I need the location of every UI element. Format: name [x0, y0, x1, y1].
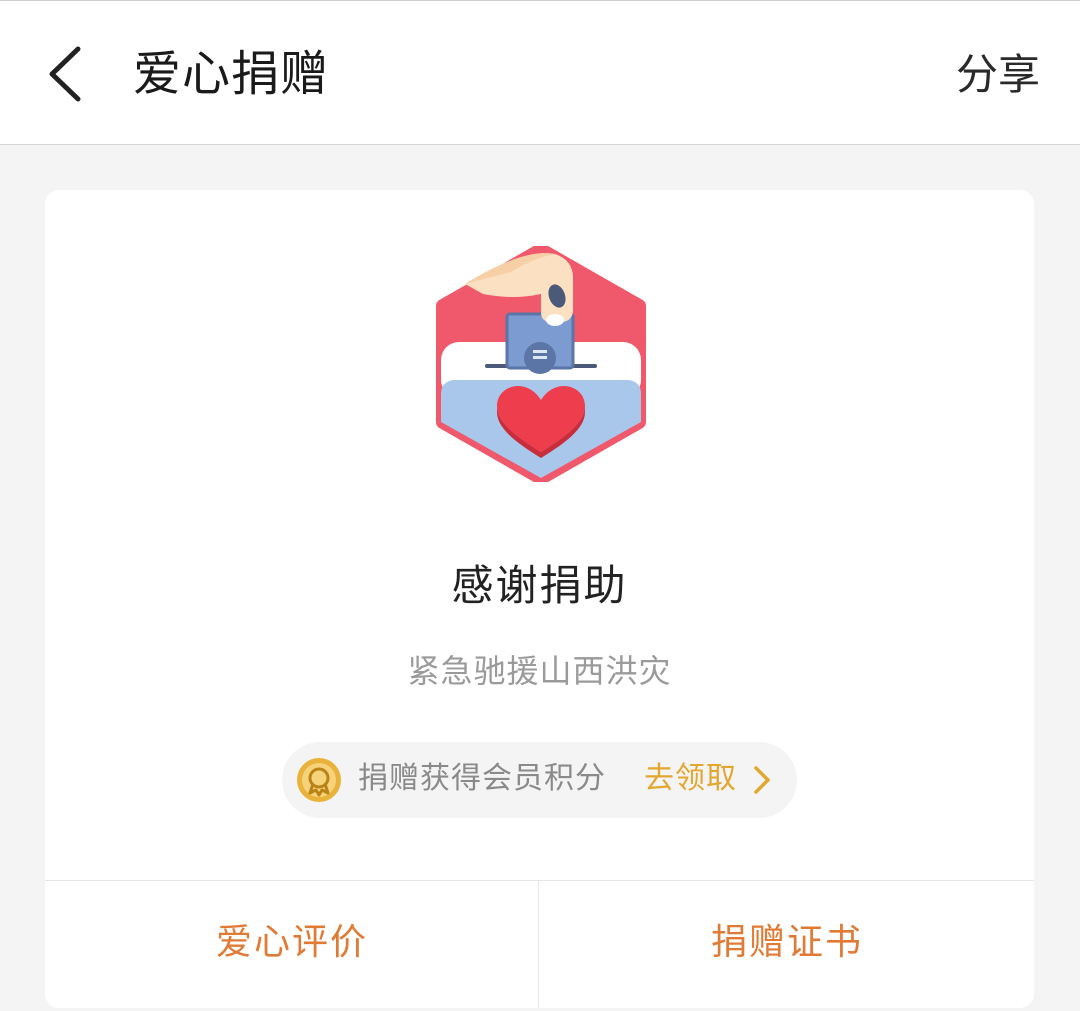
divider: [538, 881, 539, 1008]
medal-icon: [297, 758, 341, 802]
donation-card: 感谢捐助 紧急驰援山西洪灾 捐赠获得会员积分 去领取 爱心评价 捐赠证书: [45, 190, 1034, 1008]
app-header: 爱心捐赠 分享: [0, 0, 1080, 145]
campaign-subtitle: 紧急驰援山西洪灾: [407, 652, 672, 690]
chevron-right-icon: [754, 766, 770, 794]
donation-certificate-button[interactable]: 捐赠证书: [540, 881, 1034, 1008]
points-text: 捐赠获得会员积分: [358, 761, 606, 796]
share-button[interactable]: 分享: [956, 45, 1040, 105]
donation-box-heart-icon: [423, 243, 659, 485]
member-points-banner[interactable]: 捐赠获得会员积分 去领取: [282, 742, 797, 818]
chevron-left-icon: [49, 46, 81, 102]
page-title: 爱心捐赠: [133, 46, 330, 102]
claim-points-link[interactable]: 去领取: [644, 756, 737, 802]
card-actions: 爱心评价 捐赠证书: [45, 880, 1034, 1008]
back-button[interactable]: [36, 39, 96, 109]
thanks-title: 感谢捐助: [451, 561, 628, 610]
love-review-button[interactable]: 爱心评价: [45, 881, 539, 1008]
